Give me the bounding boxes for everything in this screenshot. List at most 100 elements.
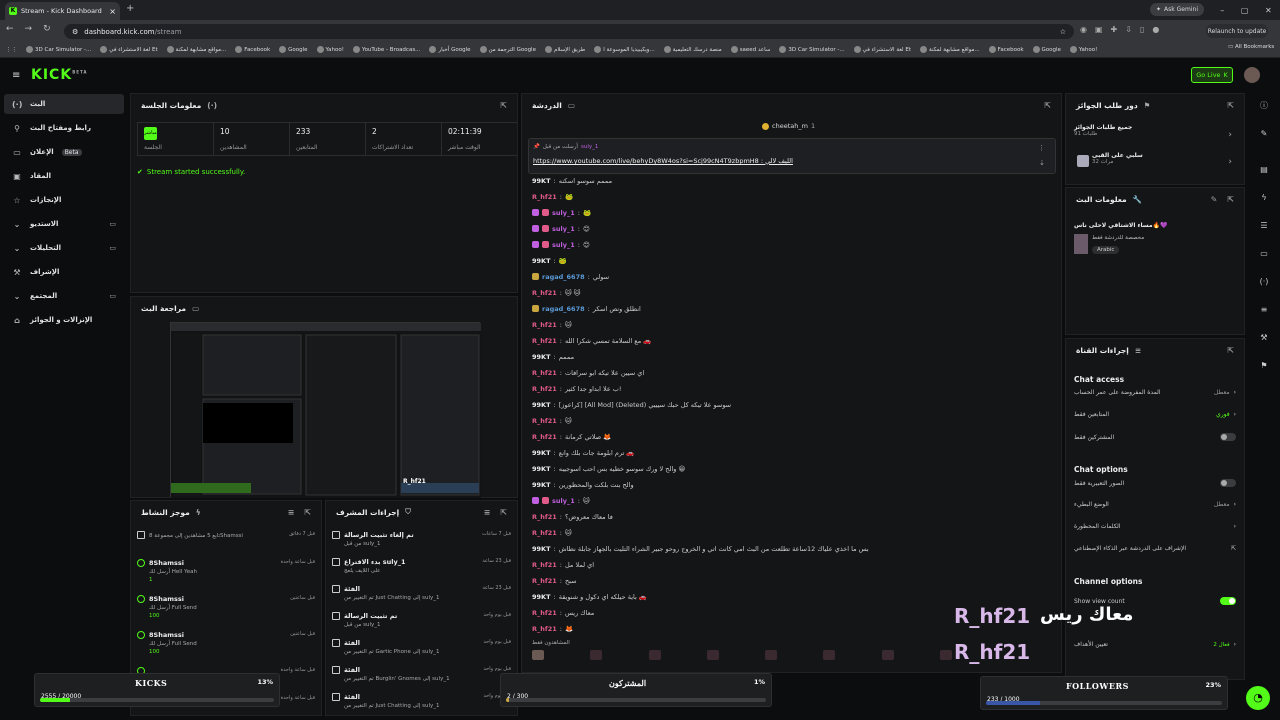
chat-message[interactable]: R_hf21: اي سيين علا تيكه ابو سرافات — [532, 366, 1051, 379]
chat-message[interactable]: R_hf21: مع السلامة تمسي شكرا الله 🚗 — [532, 334, 1051, 347]
bookmark-item[interactable]: الترجمة من Google — [479, 46, 536, 53]
chat-message[interactable]: 99KT: ترم ابلومة جات بلك وانع 🚗 — [532, 446, 1051, 459]
chat-message[interactable]: R_hf21: 🐱 — [532, 526, 1051, 539]
filter-icon[interactable]: ≡ — [484, 508, 491, 517]
bookmark-item[interactable]: مواقع مشابهة لمكنة... — [920, 46, 980, 53]
emote-icon[interactable] — [590, 650, 603, 660]
reward-item[interactable]: جميع طلبات الجوائز 91 طلبات — [1074, 124, 1236, 137]
mod-action-item[interactable]: قبل 23 ساعة بدء الاقتراع suly_1 على اللايف… — [332, 558, 511, 584]
chat-message[interactable]: R_hf21: اي لملا مل — [532, 558, 1051, 571]
popout-icon[interactable]: ⇱ — [1044, 101, 1051, 110]
edit-icon[interactable]: ✎ — [1211, 195, 1218, 204]
filter-icon[interactable]: ≡ — [288, 508, 295, 517]
sidebar-item[interactable]: ⌄ الاستديو ▭ — [4, 214, 124, 234]
chat-username[interactable]: R_hf21 — [532, 433, 557, 441]
chat-username[interactable]: 99KT — [532, 353, 551, 361]
setting-toggle[interactable] — [1220, 433, 1236, 441]
kick-logo[interactable]: KICKBETA — [31, 67, 87, 83]
wrench-icon[interactable]: ⚒ — [1257, 331, 1271, 345]
chat-username[interactable]: ragad_6678 — [542, 273, 585, 281]
sidebar-item[interactable]: ▣ المقاد — [4, 166, 124, 186]
bookmark-item[interactable]: Yahoo! — [1069, 46, 1097, 53]
channel-setting-row[interactable]: الإشراف على الدردشة عبر الذكاء الإصطناعي… — [1074, 545, 1236, 552]
chat-message[interactable]: 99KT: [كراعوز] [All Mod] (Deleted) سوسو ع… — [532, 398, 1051, 411]
chat-username[interactable]: R_hf21 — [532, 529, 557, 537]
collapse-icon[interactable]: ⇣ — [1039, 159, 1045, 167]
profile-icon[interactable]: ● — [1152, 25, 1159, 34]
chat-message[interactable]: 99KT: باية حيلكه اي دكول و شنويقة 🚗 — [532, 590, 1051, 603]
channel-setting-row[interactable]: الكلمات المحظورة › — [1074, 523, 1236, 530]
browser-tab[interactable]: K Stream - Kick Dashboard × — [5, 2, 120, 20]
back-icon[interactable]: ← — [6, 24, 14, 34]
avatar[interactable] — [1244, 67, 1260, 83]
bookmark-item[interactable]: saeed ساعد — [730, 46, 770, 53]
reload-icon[interactable]: ↻ — [43, 24, 51, 34]
activity-item[interactable]: قبل ساعة واحدة 8Shamssi أرسل لك Hell Yeah 1 — [137, 559, 315, 589]
address-bar[interactable]: ⚙ dashboard.kick.com/stream ☆ — [64, 24, 1074, 39]
bookmark-item[interactable]: 3D Car Simulator -... — [779, 46, 845, 53]
chat-username[interactable]: R_hf21 — [532, 577, 557, 585]
extensions-puzzle-icon[interactable]: ✚ — [1111, 25, 1118, 34]
chat-username[interactable]: R_hf21 — [532, 193, 557, 201]
layout-icon[interactable]: ▤ — [1257, 163, 1271, 177]
emote-icon[interactable] — [765, 650, 778, 660]
chat-username[interactable]: 99KT — [532, 257, 551, 265]
sidebar-item[interactable]: ⌂ الإنزالات و الجوائز — [4, 310, 124, 330]
bookmark-item[interactable]: أخبار Google — [429, 46, 471, 53]
forward-icon[interactable]: → — [25, 24, 33, 34]
chat-username[interactable]: R_hf21 — [532, 609, 557, 617]
activity-item[interactable]: قبل ساعتين 8Shamssi أرسل لك Full Send 100 — [137, 631, 315, 661]
chat-icon[interactable]: ▭ — [1257, 247, 1271, 261]
emote-icon[interactable] — [823, 650, 836, 660]
chevron-right-icon[interactable]: › — [1228, 157, 1232, 167]
relaunch-button[interactable]: Relaunch to update — [1206, 24, 1268, 38]
bookmark-item[interactable]: طريق الإسلام — [544, 46, 585, 53]
chat-message[interactable]: ragad_6678: انطلق ونص اسكر — [532, 302, 1051, 315]
chat-username[interactable]: 99KT — [532, 449, 551, 457]
more-icon[interactable]: ⋮ — [1038, 144, 1045, 152]
pinned-text[interactable]: https://www.youtube.com/live/behyDy8W4os… — [533, 157, 793, 165]
activity-item[interactable]: قبل ساعتين 8Shamssi أرسل لك Full Send 100 — [137, 595, 315, 625]
menu-icon[interactable]: ≡ — [12, 70, 20, 81]
chat-message[interactable]: R_hf21: صلاتي كرمانة 🦊 — [532, 430, 1051, 443]
chat-username[interactable]: R_hf21 — [532, 385, 557, 393]
chat-message[interactable]: 99KT: والح لا ورك سوسو خطيه بس احب اسوجيب… — [532, 462, 1051, 475]
bookmark-item[interactable]: Google — [279, 46, 308, 53]
chat-username[interactable]: R_hf21 — [532, 513, 557, 521]
emote-icon[interactable] — [532, 650, 544, 660]
stream-preview-video[interactable]: R_hf21 — [170, 322, 481, 498]
mod-action-item[interactable]: قبل يوم واحد الفئة تم التغيير من Just Chat… — [332, 693, 511, 713]
chat-message[interactable]: R_hf21: ب علا ابداو جدا كثير! — [532, 382, 1051, 395]
chat-username[interactable]: R_hf21 — [532, 369, 557, 377]
chat-message[interactable]: R_hf21: فا معاك معروض؟ — [532, 510, 1051, 523]
all-bookmarks-button[interactable]: ▭ All Bookmarks — [1228, 44, 1275, 50]
mod-action-item[interactable]: قبل يوم واحد الفئة تم التغيير من Gartic Ph… — [332, 639, 511, 665]
chat-username[interactable]: R_hf21 — [532, 321, 557, 329]
chat-message[interactable]: R_hf21: 🐱 — [532, 318, 1051, 331]
chat-message[interactable]: 99KT: 🐸 — [532, 254, 1051, 267]
edit-icon[interactable]: ✎ — [1257, 127, 1271, 141]
bookmark-item[interactable]: منصة درسك التعليمية — [663, 46, 722, 53]
chat-username[interactable]: suly_1 — [552, 241, 575, 249]
list-icon[interactable]: ☰ — [1257, 219, 1271, 233]
help-chat-button[interactable]: ◔ — [1246, 686, 1270, 710]
chat-username[interactable]: R_hf21 — [532, 417, 557, 425]
chevron-right-icon[interactable]: › — [1228, 130, 1232, 140]
sidebar-item[interactable]: ⌄ المجتمع ▭ — [4, 286, 124, 306]
setting-toggle[interactable] — [1220, 479, 1236, 487]
bolt-icon[interactable]: ϟ — [1257, 191, 1271, 205]
chat-username[interactable]: 99KT — [532, 401, 551, 409]
bookmark-item[interactable]: Facebook — [988, 46, 1024, 53]
bookmark-item[interactable]: لغة الاستشراء في Et — [853, 46, 911, 53]
popout-icon[interactable]: ⇱ — [304, 508, 311, 517]
sidebar-item[interactable]: ☆ الإنجازات — [4, 190, 124, 210]
bookmark-item[interactable]: Facebook — [235, 46, 270, 53]
go-live-button[interactable]: Go Live K — [1191, 67, 1233, 83]
chat-message[interactable]: 99KT: والح بنت بلكت والمحظورين — [532, 478, 1051, 491]
chat-username[interactable]: R_hf21 — [532, 625, 557, 633]
bookmark-item[interactable]: Yahoo! — [316, 46, 344, 53]
chat-username[interactable]: 99KT — [532, 545, 551, 553]
close-tab-icon[interactable]: × — [109, 7, 116, 16]
sidebar-item[interactable]: ▭ الإعلان Beta — [4, 142, 124, 162]
chat-username[interactable]: 99KT — [532, 481, 551, 489]
